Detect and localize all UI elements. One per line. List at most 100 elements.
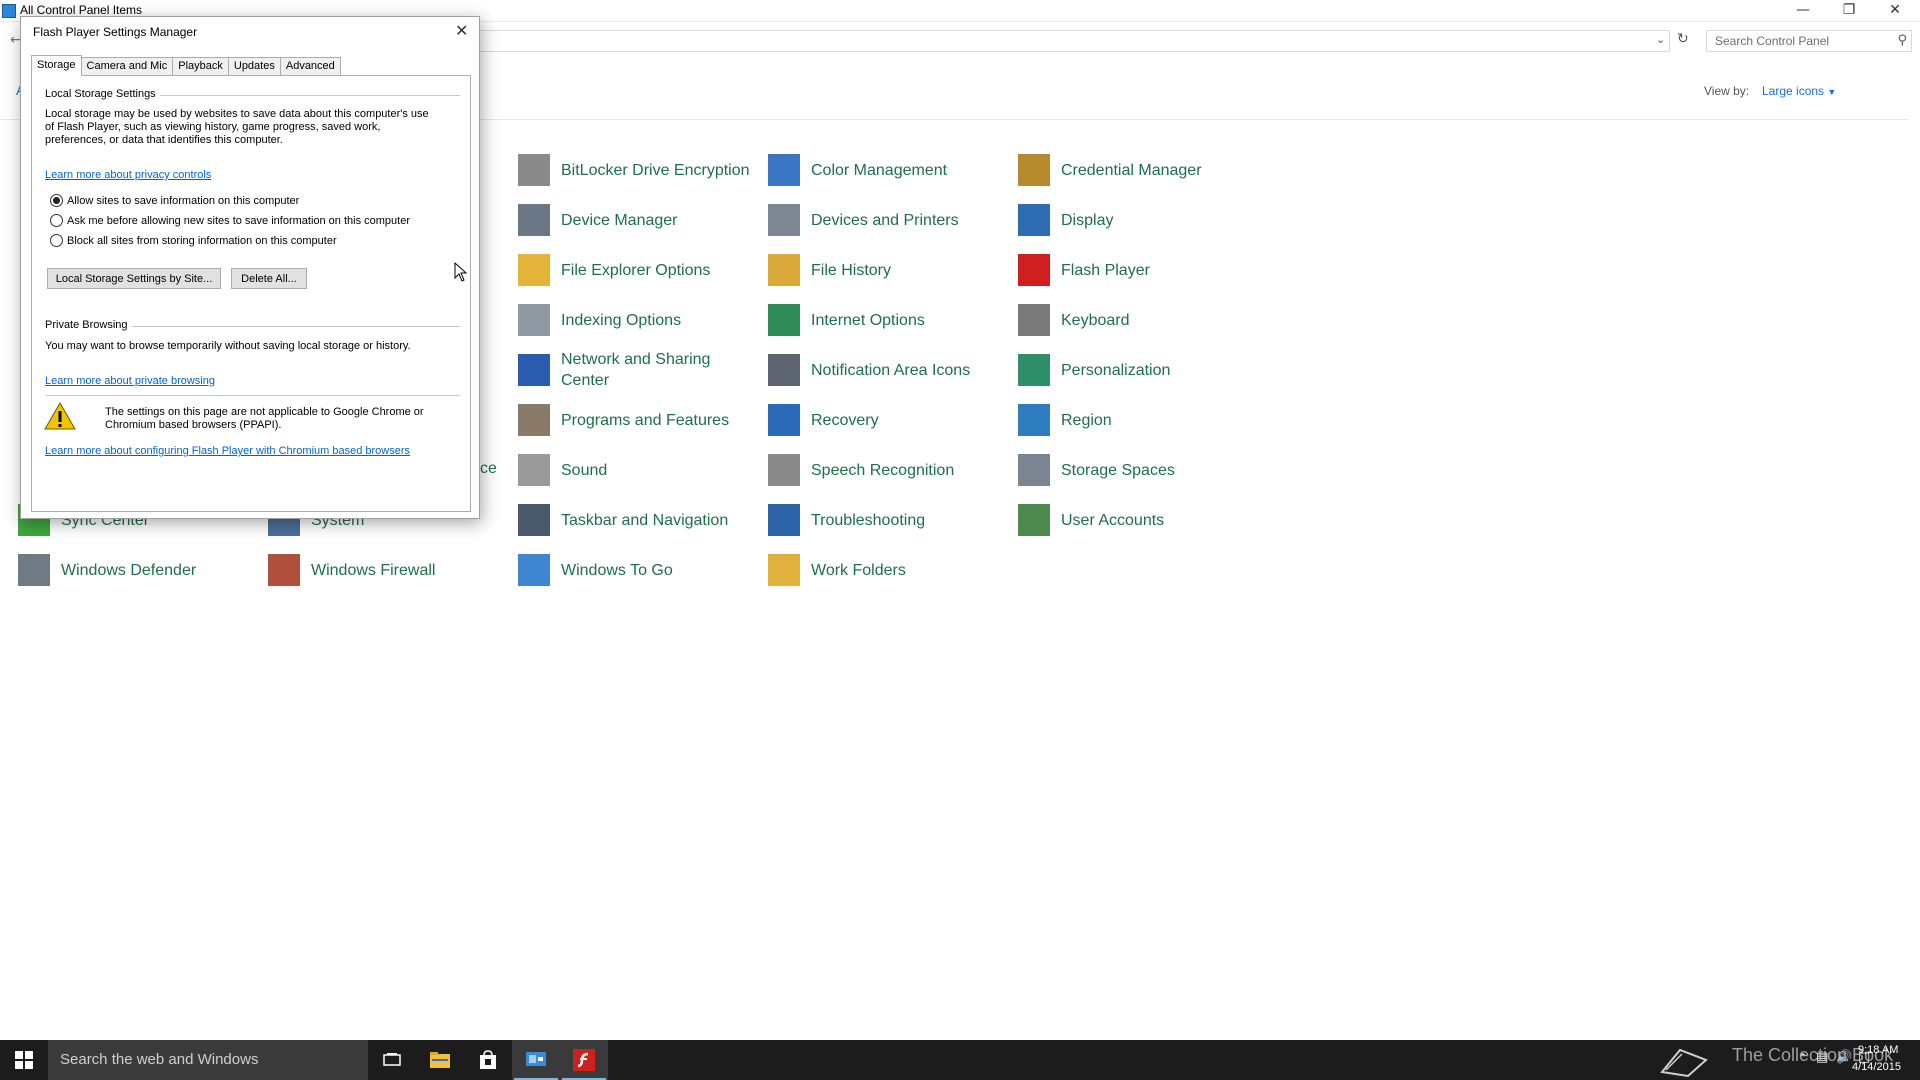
cp-item-windows-to-go[interactable]: Windows To Go: [518, 550, 758, 590]
private-browsing-description: You may want to browse temporarily witho…: [45, 340, 411, 352]
cp-item-flash-player[interactable]: Flash Player: [1018, 250, 1258, 290]
cp-item-file-history[interactable]: File History: [768, 250, 1008, 290]
cp-item-storage-spaces[interactable]: Storage Spaces: [1018, 450, 1258, 490]
book-logo-icon: [1660, 1048, 1708, 1078]
cp-item-label: User Accounts: [1061, 511, 1165, 529]
cp-item-color-management[interactable]: Color Management: [768, 150, 1008, 190]
warning-text-2: Chromium based browsers (PPAPI).: [105, 419, 282, 431]
start-button[interactable]: [0, 1040, 48, 1080]
chevron-down-icon[interactable]: ⌄: [1656, 33, 1665, 46]
cp-item-label: Notification Area Icons: [811, 361, 971, 379]
cp-item-credential-manager[interactable]: Credential Manager: [1018, 150, 1258, 190]
cp-item-label: Windows To Go: [561, 561, 673, 579]
cp-item-troubleshooting[interactable]: Troubleshooting: [768, 500, 1008, 540]
taskbar-search-box[interactable]: Search the web and Windows: [48, 1040, 368, 1080]
cp-item-label: BitLocker Drive Encryption: [561, 161, 750, 179]
cp-item-internet-options[interactable]: Internet Options: [768, 300, 1008, 340]
cp-item-network-and-sharing-center[interactable]: Network and Sharing Center: [518, 350, 758, 390]
cp-item-label: Keyboard: [1061, 311, 1130, 329]
cp-item-personalization[interactable]: Personalization: [1018, 350, 1258, 390]
file-explorer-icon[interactable]: [416, 1040, 464, 1080]
flash-player-taskbar-icon[interactable]: [560, 1040, 608, 1080]
cp-item-label: Network and Sharing Center: [561, 351, 711, 389]
cp-item-user-accounts[interactable]: User Accounts: [1018, 500, 1258, 540]
control-panel-taskbar-icon[interactable]: [512, 1040, 560, 1080]
mouse-pointer-icon: [454, 262, 468, 282]
clock-time[interactable]: 9:18 AM: [1858, 1044, 1898, 1056]
chevron-down-icon: ▼: [1827, 87, 1837, 97]
cp-item-sound[interactable]: Sound: [518, 450, 758, 490]
windows-to-go-icon: [518, 554, 550, 586]
cp-item-device-manager[interactable]: Device Manager: [518, 200, 758, 240]
cp-item-display[interactable]: Display: [1018, 200, 1258, 240]
indexing-options-icon: [518, 304, 550, 336]
cp-item-work-folders[interactable]: Work Folders: [768, 550, 1008, 590]
clock-date[interactable]: 4/14/2015: [1852, 1061, 1901, 1073]
cp-item-label: Sound: [561, 461, 608, 479]
private-browsing-link[interactable]: Learn more about private browsing: [45, 375, 215, 387]
dialog-title: Flash Player Settings Manager: [33, 25, 198, 39]
cp-item-taskbar-and-navigation[interactable]: Taskbar and Navigation: [518, 500, 758, 540]
cp-item-label: Windows Firewall: [311, 561, 436, 579]
window-title: All Control Panel Items: [20, 3, 143, 17]
control-panel-app-icon: [2, 4, 16, 18]
task-view-icon[interactable]: [368, 1040, 416, 1080]
cp-item-bitlocker-drive-encryption[interactable]: BitLocker Drive Encryption: [518, 150, 758, 190]
windows-logo-icon: [15, 1051, 33, 1069]
restore-button[interactable]: ❐: [1826, 0, 1872, 22]
troubleshooting-icon: [768, 504, 800, 536]
cp-item-keyboard[interactable]: Keyboard: [1018, 300, 1258, 340]
search-icon[interactable]: ⚲: [1897, 33, 1907, 48]
cp-item-speech-recognition[interactable]: Speech Recognition: [768, 450, 1008, 490]
chromium-config-link[interactable]: Learn more about configuring Flash Playe…: [45, 445, 410, 457]
cp-item-label: Flash Player: [1061, 261, 1150, 279]
search-input[interactable]: Search Control Panel ⚲: [1706, 30, 1912, 52]
cp-item-notification-area-icons[interactable]: Notification Area Icons: [768, 350, 1008, 390]
local-storage-by-site-button[interactable]: Local Storage Settings by Site...: [47, 268, 221, 289]
local-storage-description-3: preferences, or data that identifies thi…: [45, 134, 283, 146]
tab-storage[interactable]: Storage: [31, 55, 82, 76]
cp-item-label: Recovery: [811, 411, 879, 429]
partial-item-label: ce: [480, 460, 497, 477]
private-browsing-heading: Private Browsing: [45, 319, 128, 331]
cp-item-devices-and-printers[interactable]: Devices and Printers: [768, 200, 1008, 240]
radio-block-all[interactable]: Block all sites from storing information…: [50, 234, 337, 247]
tab-advanced[interactable]: Advanced: [279, 57, 341, 75]
address-bar[interactable]: [470, 30, 1670, 52]
cp-item-label: Troubleshooting: [811, 511, 926, 529]
radio-button[interactable]: [50, 234, 63, 247]
view-by-dropdown[interactable]: Large icons ▼: [1762, 84, 1836, 98]
display-icon: [1018, 204, 1050, 236]
minimize-button[interactable]: —: [1780, 0, 1826, 22]
cp-item-windows-firewall[interactable]: Windows Firewall: [268, 550, 508, 590]
delete-all-button[interactable]: Delete All...: [231, 268, 307, 289]
tab-updates[interactable]: Updates: [227, 57, 281, 75]
radio-ask-me[interactable]: Ask me before allowing new sites to save…: [50, 214, 410, 227]
tab-playback[interactable]: Playback: [172, 57, 229, 75]
cp-item-region[interactable]: Region: [1018, 400, 1258, 440]
section-divider: [45, 395, 460, 396]
refresh-icon[interactable]: ↻: [1677, 31, 1689, 47]
cp-item-label: Programs and Features: [561, 411, 730, 429]
radio-button[interactable]: [50, 214, 63, 227]
cp-item-file-explorer-options[interactable]: File Explorer Options: [518, 250, 758, 290]
radio-label: Block all sites from storing information…: [67, 234, 337, 247]
tab-camera-and-mic[interactable]: Camera and Mic: [80, 57, 174, 75]
cp-item-recovery[interactable]: Recovery: [768, 400, 1008, 440]
warning-text-1: The settings on this page are not applic…: [105, 406, 424, 418]
flash-player-icon: [1018, 254, 1050, 286]
close-window-button[interactable]: ✕: [1872, 0, 1918, 22]
radio-allow-sites[interactable]: Allow sites to save information on this …: [50, 194, 299, 207]
cp-item-indexing-options[interactable]: Indexing Options: [518, 300, 758, 340]
privacy-controls-link[interactable]: Learn more about privacy controls: [45, 169, 211, 181]
personalization-icon: [1018, 354, 1050, 386]
cp-item-label: Device Manager: [561, 211, 678, 229]
taskbar-navigation-icon: [518, 504, 550, 536]
cp-item-programs-and-features[interactable]: Programs and Features: [518, 400, 758, 440]
store-icon[interactable]: [464, 1040, 512, 1080]
cp-item-label: Color Management: [811, 161, 948, 179]
view-by-value: Large icons: [1762, 84, 1825, 98]
close-icon[interactable]: ✕: [455, 21, 468, 40]
radio-button[interactable]: [50, 194, 63, 207]
cp-item-windows-defender[interactable]: Windows Defender: [18, 550, 258, 590]
